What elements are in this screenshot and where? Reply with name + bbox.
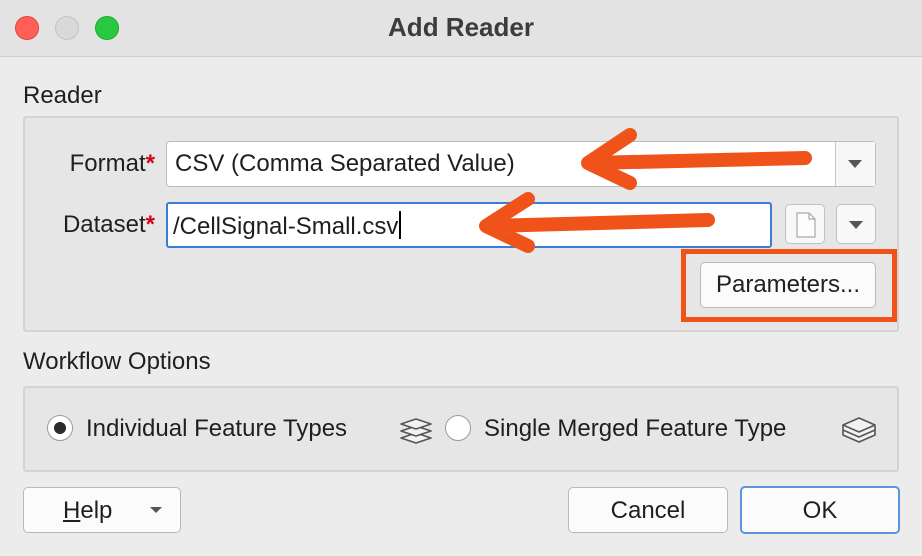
individual-feature-types-radio[interactable] bbox=[47, 415, 73, 441]
merged-layer-icon bbox=[842, 417, 876, 443]
help-mnemonic: H bbox=[63, 497, 81, 524]
single-merged-feature-type-radio[interactable] bbox=[445, 415, 471, 441]
help-label-rest: elp bbox=[80, 497, 113, 524]
annotation-arrows bbox=[479, 128, 812, 253]
ok-button[interactable]: OK bbox=[740, 486, 900, 534]
arrow-to-format-icon bbox=[581, 128, 812, 190]
single-merged-feature-type-label[interactable]: Single Merged Feature Type bbox=[484, 415, 786, 443]
help-button[interactable]: Help bbox=[23, 487, 181, 533]
help-label: Help bbox=[63, 497, 112, 525]
workflow-section-label: Workflow Options bbox=[23, 348, 211, 375]
chevron-down-icon[interactable] bbox=[150, 507, 162, 513]
arrow-to-dataset-icon bbox=[479, 192, 715, 253]
layers-stack-icon bbox=[400, 418, 432, 444]
radio-selected-dot bbox=[54, 422, 66, 434]
individual-feature-types-label[interactable]: Individual Feature Types bbox=[86, 415, 347, 443]
cancel-button[interactable]: Cancel bbox=[568, 487, 728, 533]
